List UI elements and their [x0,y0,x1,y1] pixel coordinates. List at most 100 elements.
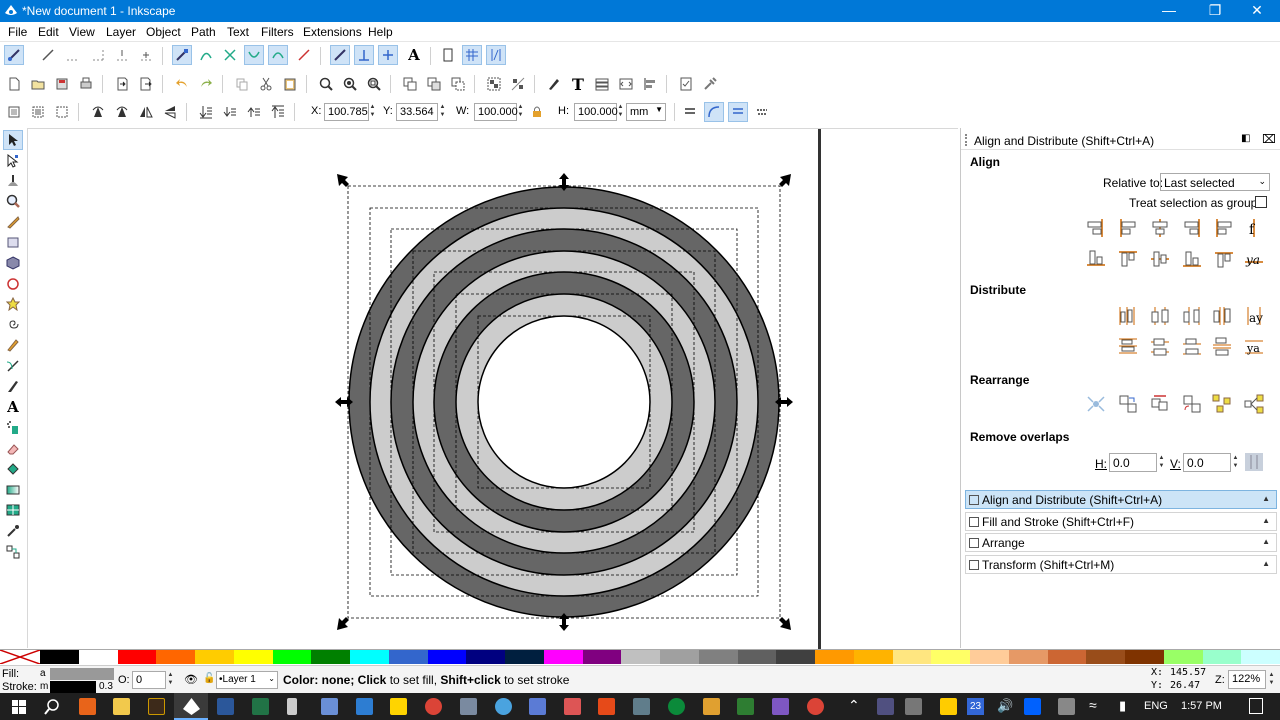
document-properties-icon[interactable] [676,74,696,94]
app-red-icon[interactable] [598,698,615,715]
duplicate-icon[interactable] [400,74,420,94]
taskbar-app-icon[interactable] [79,698,96,715]
align-right-edges-icon[interactable] [1181,217,1203,239]
word-icon[interactable] [217,698,234,715]
color-swatch-17[interactable] [698,650,738,664]
battery-icon[interactable]: ▮ [1119,698,1126,714]
menu-edit[interactable]: Edit [38,25,59,39]
eye-icon[interactable]: 👁 [184,673,198,686]
menu-text[interactable]: Text [227,25,249,39]
snap-grid-icon[interactable] [462,45,482,65]
color-swatch-6[interactable] [272,650,312,664]
snap-enable-icon[interactable] [4,45,24,65]
arrange-graph-icon[interactable] [1243,393,1265,415]
new-document-icon[interactable] [4,74,24,94]
color-swatch-11[interactable] [466,650,505,664]
paint-bucket-tool-icon[interactable] [3,459,23,479]
clock[interactable]: 1:57 PM [1181,700,1222,712]
app-icon[interactable] [321,698,338,715]
align-baseline-icon[interactable]: ya [1243,248,1265,270]
zoom-drawing-icon[interactable] [340,74,360,94]
color-swatch-12[interactable] [505,650,544,664]
align-right-to-left-icon[interactable] [1085,217,1107,239]
raise-icon[interactable] [244,102,264,122]
eraser-tool-icon[interactable] [3,439,23,459]
height-input[interactable]: 100.000 [574,103,618,121]
align-bottom-edges-icon[interactable] [1181,248,1203,270]
undo-icon[interactable] [172,74,192,94]
color-swatch-1[interactable] [78,650,118,664]
measure-tool-icon[interactable] [3,212,23,232]
dock-align-distribute[interactable]: Align and Distribute (Shift+Ctrl+A) ▲ [965,490,1277,509]
flip-horizontal-icon[interactable] [136,102,156,122]
no-paint-swatch[interactable] [0,650,40,664]
copy-icon[interactable] [232,74,252,94]
align-top-to-bottom-icon[interactable] [1213,248,1235,270]
node-tool-icon[interactable] [3,151,23,171]
snap-midpoint-icon[interactable] [112,45,132,65]
snap-bbox-corner-icon[interactable] [88,45,108,65]
zoom-spinner[interactable]: ▲ ▼ [1267,671,1276,689]
spiral-tool-icon[interactable] [3,315,23,335]
tray-app-icon[interactable] [877,698,894,715]
drawing-canvas[interactable] [28,128,958,649]
align-left-edges-icon[interactable] [1117,217,1139,239]
color-swatch-29[interactable] [1163,650,1203,664]
snap-intersection-icon[interactable] [220,45,240,65]
zoom-input[interactable]: 122% [1228,670,1266,689]
zoom-page-icon[interactable] [364,74,384,94]
snap-bbox-edge-icon[interactable] [62,45,82,65]
tray-shield-icon[interactable] [905,698,922,715]
ring-center[interactable] [477,315,651,489]
color-swatch-21[interactable] [853,650,893,664]
lower-icon[interactable] [220,102,240,122]
distribute-centers-horizontal-icon[interactable] [1149,305,1171,327]
export-icon[interactable] [136,74,156,94]
distribute-baselines-icon[interactable]: ya [1243,336,1265,358]
color-swatch-3[interactable] [156,650,195,664]
exchange-z-order-icon[interactable] [1149,393,1171,415]
pen-tool-icon[interactable] [3,356,23,376]
randomize-positions-icon[interactable] [1211,393,1233,415]
text-tool-icon[interactable]: A [3,397,23,417]
bridge-icon[interactable] [148,698,165,715]
app-green-icon[interactable] [737,698,754,715]
menu-extensions[interactable]: Extensions [303,25,362,39]
x-spinner[interactable]: ▲ ▼ [368,103,377,121]
wifi-icon[interactable]: ≈ [1089,697,1097,713]
color-swatch-28[interactable] [1125,650,1164,664]
drag-grip-icon[interactable] [965,134,973,146]
overlap-h-input[interactable]: 0.0 [1109,453,1157,472]
overlap-v-input[interactable]: 0.0 [1183,453,1231,472]
zoom-tool-icon[interactable] [3,191,23,211]
iconify-icon[interactable]: ◧ [1241,133,1250,144]
snap-object-midpoint-icon[interactable] [354,45,374,65]
distribute-right-edges-icon[interactable] [1181,305,1203,327]
stroke-indicator[interactable]: m [40,681,48,692]
color-swatch-26[interactable] [1047,650,1087,664]
color-swatch-0[interactable] [40,650,79,664]
cut-icon[interactable] [256,74,276,94]
spray-tool-icon[interactable] [3,418,23,438]
search-icon[interactable] [44,699,60,715]
network-app-icon[interactable] [495,698,512,715]
color-swatch-2[interactable] [117,650,157,664]
app-orange-icon[interactable] [703,698,720,715]
tray-badge[interactable]: 23 [967,698,984,715]
fill-indicator[interactable]: a [40,668,46,679]
lock-icon[interactable] [527,102,547,122]
color-swatch-31[interactable] [1241,650,1280,664]
close-button[interactable]: ✕ [1234,0,1280,22]
app-purple-icon[interactable] [772,698,789,715]
scale-stroke-icon[interactable] [680,102,700,122]
color-swatch-9[interactable] [388,650,428,664]
tweak-tool-icon[interactable] [3,171,23,191]
color-swatch-19[interactable] [776,650,815,664]
snap-text-baseline-icon[interactable]: A [404,45,424,65]
color-swatch-5[interactable] [233,650,273,664]
width-spinner[interactable]: ▲ ▼ [516,103,525,121]
ungroup-icon[interactable] [508,74,528,94]
3d-box-tool-icon[interactable] [3,253,23,273]
image-viewer-icon[interactable] [460,698,477,715]
upwork-icon[interactable] [668,698,685,715]
